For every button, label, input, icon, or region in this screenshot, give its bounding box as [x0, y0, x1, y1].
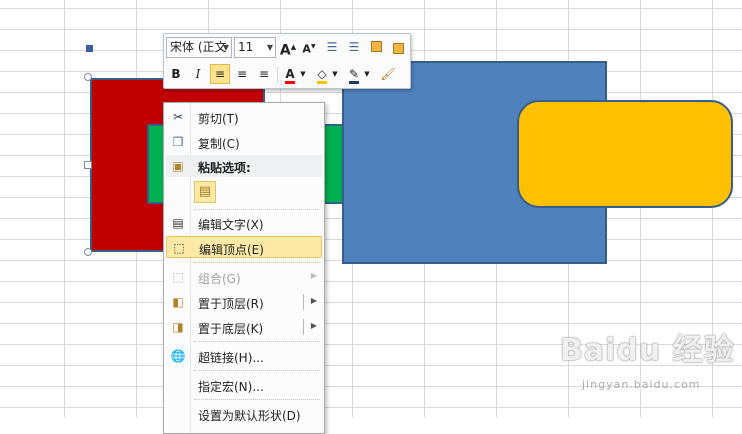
- font-color-dropdown[interactable]: ▼: [298, 64, 308, 84]
- paste-keep-format-button[interactable]: ▤: [194, 181, 216, 203]
- mini-toolbar: 宋体 (正文 ▼ 11 ▼ A▲ A▼ ☰ ☰ B I ≡ ≡ ≡ A ▼ ◇ …: [163, 33, 411, 89]
- submenu-arrow-icon: ▶: [310, 296, 317, 305]
- rotation-handle[interactable]: [86, 45, 93, 52]
- menu-item-cut[interactable]: ✂ 剪切(T): [166, 106, 322, 128]
- menu-item-paste-options: ▣ 粘贴选项:: [166, 155, 322, 177]
- menu-item-assign-macro[interactable]: 指定宏(N)...: [166, 374, 322, 396]
- menu-item-edit-text[interactable]: ▤ 编辑文字(X): [166, 212, 322, 234]
- menu-separator: [194, 262, 320, 263]
- split-divider: [303, 319, 304, 335]
- menu-item-bring-to-front[interactable]: ◧ 置于顶层(R) ▶: [166, 291, 322, 313]
- fill-color-button[interactable]: ◇: [312, 64, 332, 84]
- menu-separator: [194, 399, 320, 400]
- font-size-select[interactable]: 11 ▼: [234, 37, 276, 58]
- font-name-value: 宋体 (正文: [170, 40, 227, 54]
- paint-bucket-icon: ◇: [317, 68, 327, 84]
- chevron-down-icon: ▼: [266, 43, 273, 52]
- fill-color-dropdown[interactable]: ▼: [330, 64, 340, 84]
- align-right-button[interactable]: ≡: [254, 64, 274, 84]
- chevron-down-icon: ▼: [222, 43, 229, 52]
- font-size-value: 11: [238, 40, 254, 54]
- bold-button[interactable]: B: [166, 64, 186, 84]
- menu-separator: [194, 209, 320, 210]
- submenu-arrow-icon: ▶: [310, 271, 317, 280]
- clipboard-paste-icon: ▤: [198, 184, 212, 199]
- edit-points-icon: ⬚: [173, 241, 185, 255]
- clipboard-icon: ▣: [172, 159, 184, 173]
- align-center-icon: ≡: [236, 67, 248, 81]
- send-backward-icon: [392, 43, 404, 54]
- resize-handle-top-left[interactable]: [84, 73, 92, 81]
- menu-item-set-default-shape[interactable]: 设置为默认形状(D): [166, 403, 322, 425]
- shrink-font-button[interactable]: A▼: [299, 37, 319, 57]
- grow-font-button[interactable]: A▲: [278, 37, 298, 59]
- menu-item-send-to-back[interactable]: ◨ 置于底层(K) ▶: [166, 316, 322, 338]
- outline-color-button[interactable]: ✎: [344, 64, 364, 84]
- submenu-arrow-icon: ▶: [310, 321, 317, 330]
- menu-separator: [194, 341, 320, 342]
- context-menu: ✂ 剪切(T) ❐ 复制(C) ▣ 粘贴选项: ▤ ▤ 编辑文字(X) ⬚ 编辑…: [163, 102, 325, 434]
- bring-forward-button[interactable]: [366, 37, 386, 57]
- copy-icon: ❐: [172, 135, 184, 149]
- menu-item-hyperlink[interactable]: 🌐 超链接(H)...: [166, 345, 322, 367]
- menu-separator: [194, 370, 320, 371]
- send-backward-button[interactable]: [388, 37, 408, 57]
- send-to-back-icon: ◨: [172, 320, 184, 334]
- bring-to-front-icon: ◧: [172, 295, 184, 309]
- decrease-indent-icon: ☰: [326, 40, 338, 54]
- yellow-rounded-rectangle[interactable]: [517, 100, 733, 208]
- resize-handle-bottom-left[interactable]: [84, 248, 92, 256]
- align-right-icon: ≡: [258, 67, 270, 81]
- scissors-icon: ✂: [172, 110, 184, 124]
- menu-item-group[interactable]: ⬚ 组合(G) ▶: [166, 266, 322, 288]
- font-name-select[interactable]: 宋体 (正文 ▼: [166, 37, 232, 58]
- font-color-button[interactable]: A: [280, 64, 300, 84]
- bring-forward-icon: [370, 41, 382, 52]
- baidu-watermark-url: jingyan.baidu.com: [582, 378, 701, 391]
- align-left-icon: ≡: [214, 67, 226, 81]
- baidu-watermark: Baidu 经验: [560, 333, 735, 368]
- hyperlink-icon: 🌐: [170, 349, 186, 363]
- group-icon: ⬚: [172, 270, 184, 284]
- increase-indent-icon: ☰: [348, 40, 360, 54]
- resize-handle-left[interactable]: [84, 161, 92, 169]
- edit-text-icon: ▤: [172, 216, 184, 230]
- align-center-button[interactable]: ≡: [232, 64, 252, 84]
- increase-indent-button[interactable]: ☰: [344, 37, 364, 57]
- pen-icon: ✎: [348, 68, 360, 84]
- outline-color-dropdown[interactable]: ▼: [362, 64, 372, 84]
- menu-item-edit-points[interactable]: ⬚ 编辑顶点(E): [166, 236, 322, 258]
- menu-item-copy[interactable]: ❐ 复制(C): [166, 131, 322, 153]
- toolbar-separator: [277, 67, 278, 83]
- split-divider: [303, 294, 304, 310]
- align-left-button[interactable]: ≡: [210, 64, 230, 84]
- format-painter-button[interactable]: 🖌: [378, 64, 398, 84]
- italic-button[interactable]: I: [188, 64, 208, 84]
- decrease-indent-button[interactable]: ☰: [322, 37, 342, 57]
- paintbrush-icon: 🖌: [380, 67, 396, 81]
